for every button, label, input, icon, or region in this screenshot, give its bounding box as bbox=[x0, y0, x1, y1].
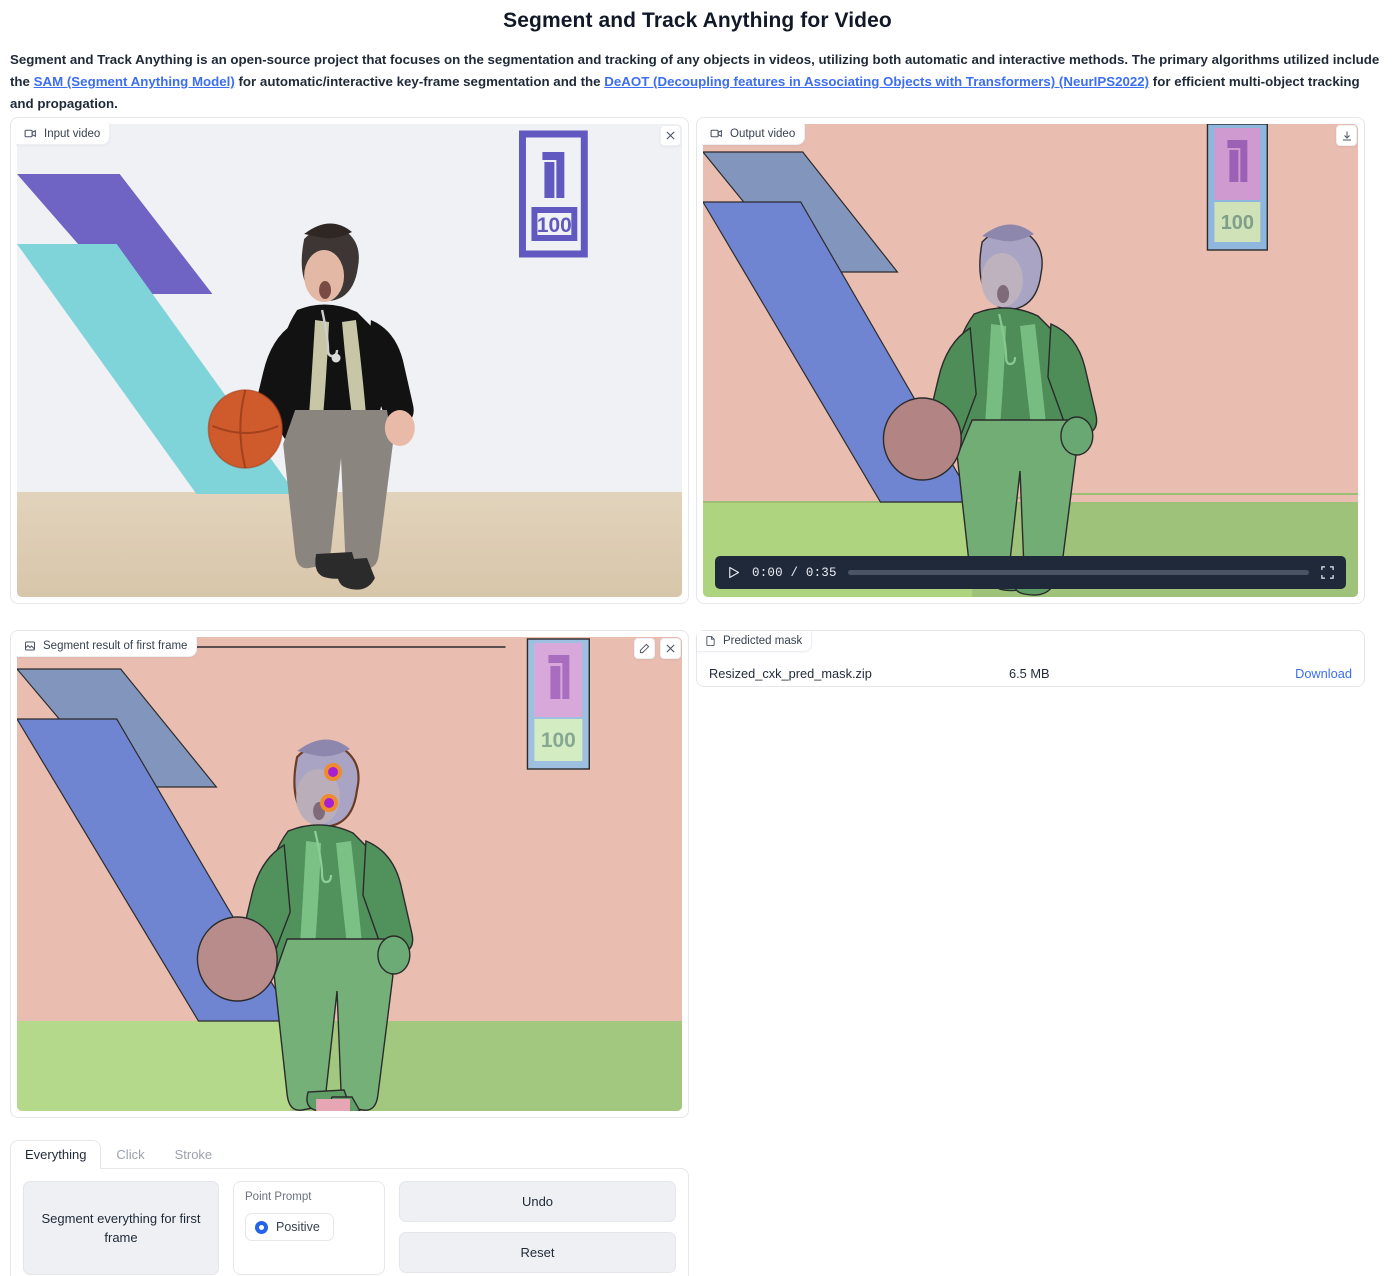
video-time-display: 0:00 / 0:35 bbox=[752, 566, 837, 580]
video-progress-bar[interactable] bbox=[848, 570, 1309, 575]
segment-result-label-text: Segment result of first frame bbox=[43, 640, 187, 652]
deaot-link[interactable]: DeAOT (Decoupling features in Associatin… bbox=[604, 74, 1149, 89]
predicted-mask-panel: Predicted mask Resized_cxk_pred_mask.zip… bbox=[696, 630, 1365, 687]
radio-selected-icon bbox=[255, 1221, 268, 1234]
app-root: Segment and Track Anything for Video Seg… bbox=[0, 0, 1395, 1276]
tab-panel-everything: Segment everything for first frame Point… bbox=[10, 1168, 689, 1276]
segment-result-panel: Segment result of first frame bbox=[10, 630, 689, 1118]
segment-everything-button[interactable]: Segment everything for first frame bbox=[23, 1181, 219, 1275]
mask-file-row: Resized_cxk_pred_mask.zip 6.5 MB Downloa… bbox=[697, 655, 1364, 690]
tab-click[interactable]: Click bbox=[101, 1140, 159, 1169]
file-icon bbox=[705, 635, 716, 647]
undo-button[interactable]: Undo bbox=[399, 1181, 676, 1222]
input-video-frame[interactable]: 100 bbox=[17, 124, 682, 597]
pencil-icon[interactable] bbox=[634, 638, 655, 659]
page-description: Segment and Track Anything is an open-so… bbox=[10, 49, 1385, 115]
input-video-label: Input video bbox=[16, 123, 110, 145]
mask-file-name: Resized_cxk_pred_mask.zip bbox=[709, 666, 1009, 681]
close-icon[interactable] bbox=[660, 638, 681, 659]
svg-text:100: 100 bbox=[537, 214, 572, 237]
action-buttons: Undo Reset bbox=[399, 1181, 676, 1273]
download-link[interactable]: Download bbox=[1295, 666, 1352, 681]
sam-link[interactable]: SAM (Segment Anything Model) bbox=[34, 74, 235, 89]
output-video-tools bbox=[1336, 125, 1357, 146]
segment-result-image[interactable]: 100 bbox=[17, 637, 682, 1111]
input-video-tools bbox=[660, 125, 681, 146]
video-camera-icon bbox=[24, 127, 37, 140]
play-icon[interactable] bbox=[726, 565, 741, 580]
reset-button[interactable]: Reset bbox=[399, 1232, 676, 1273]
output-video-label-text: Output video bbox=[730, 128, 795, 140]
tab-bar: Everything Click Stroke bbox=[10, 1140, 689, 1168]
segment-result-label: Segment result of first frame bbox=[16, 636, 197, 657]
download-icon[interactable] bbox=[1336, 125, 1357, 146]
video-player-controls: 0:00 / 0:35 bbox=[715, 556, 1346, 589]
predicted-mask-label-text: Predicted mask bbox=[723, 635, 802, 647]
point-prompt-positive-radio[interactable]: Positive bbox=[245, 1213, 334, 1241]
point-prompt-positive-label: Positive bbox=[276, 1220, 320, 1234]
input-video-panel: Input video bbox=[10, 117, 689, 604]
output-video-frame[interactable]: 100 bbox=[703, 124, 1358, 597]
segment-result-tools bbox=[634, 638, 681, 659]
description-text-2: for automatic/interactive key-frame segm… bbox=[235, 74, 604, 89]
image-icon bbox=[24, 640, 36, 652]
svg-text:100: 100 bbox=[1221, 212, 1254, 234]
video-camera-icon bbox=[710, 127, 723, 140]
output-video-panel: Output video bbox=[696, 117, 1365, 604]
tab-everything[interactable]: Everything bbox=[10, 1140, 101, 1169]
fullscreen-icon[interactable] bbox=[1320, 565, 1335, 580]
predicted-mask-label: Predicted mask bbox=[697, 631, 812, 652]
page-title: Segment and Track Anything for Video bbox=[10, 0, 1385, 33]
point-prompt-title: Point Prompt bbox=[245, 1191, 373, 1203]
output-video-label: Output video bbox=[702, 123, 805, 145]
point-prompt-group: Point Prompt Positive bbox=[233, 1181, 385, 1275]
tab-stroke[interactable]: Stroke bbox=[160, 1140, 228, 1169]
close-icon[interactable] bbox=[660, 125, 681, 146]
input-video-label-text: Input video bbox=[44, 128, 100, 140]
controls-panel: Everything Click Stroke Segment everythi… bbox=[10, 1140, 689, 1276]
svg-text:100: 100 bbox=[541, 729, 576, 752]
mask-file-size: 6.5 MB bbox=[1009, 666, 1295, 681]
